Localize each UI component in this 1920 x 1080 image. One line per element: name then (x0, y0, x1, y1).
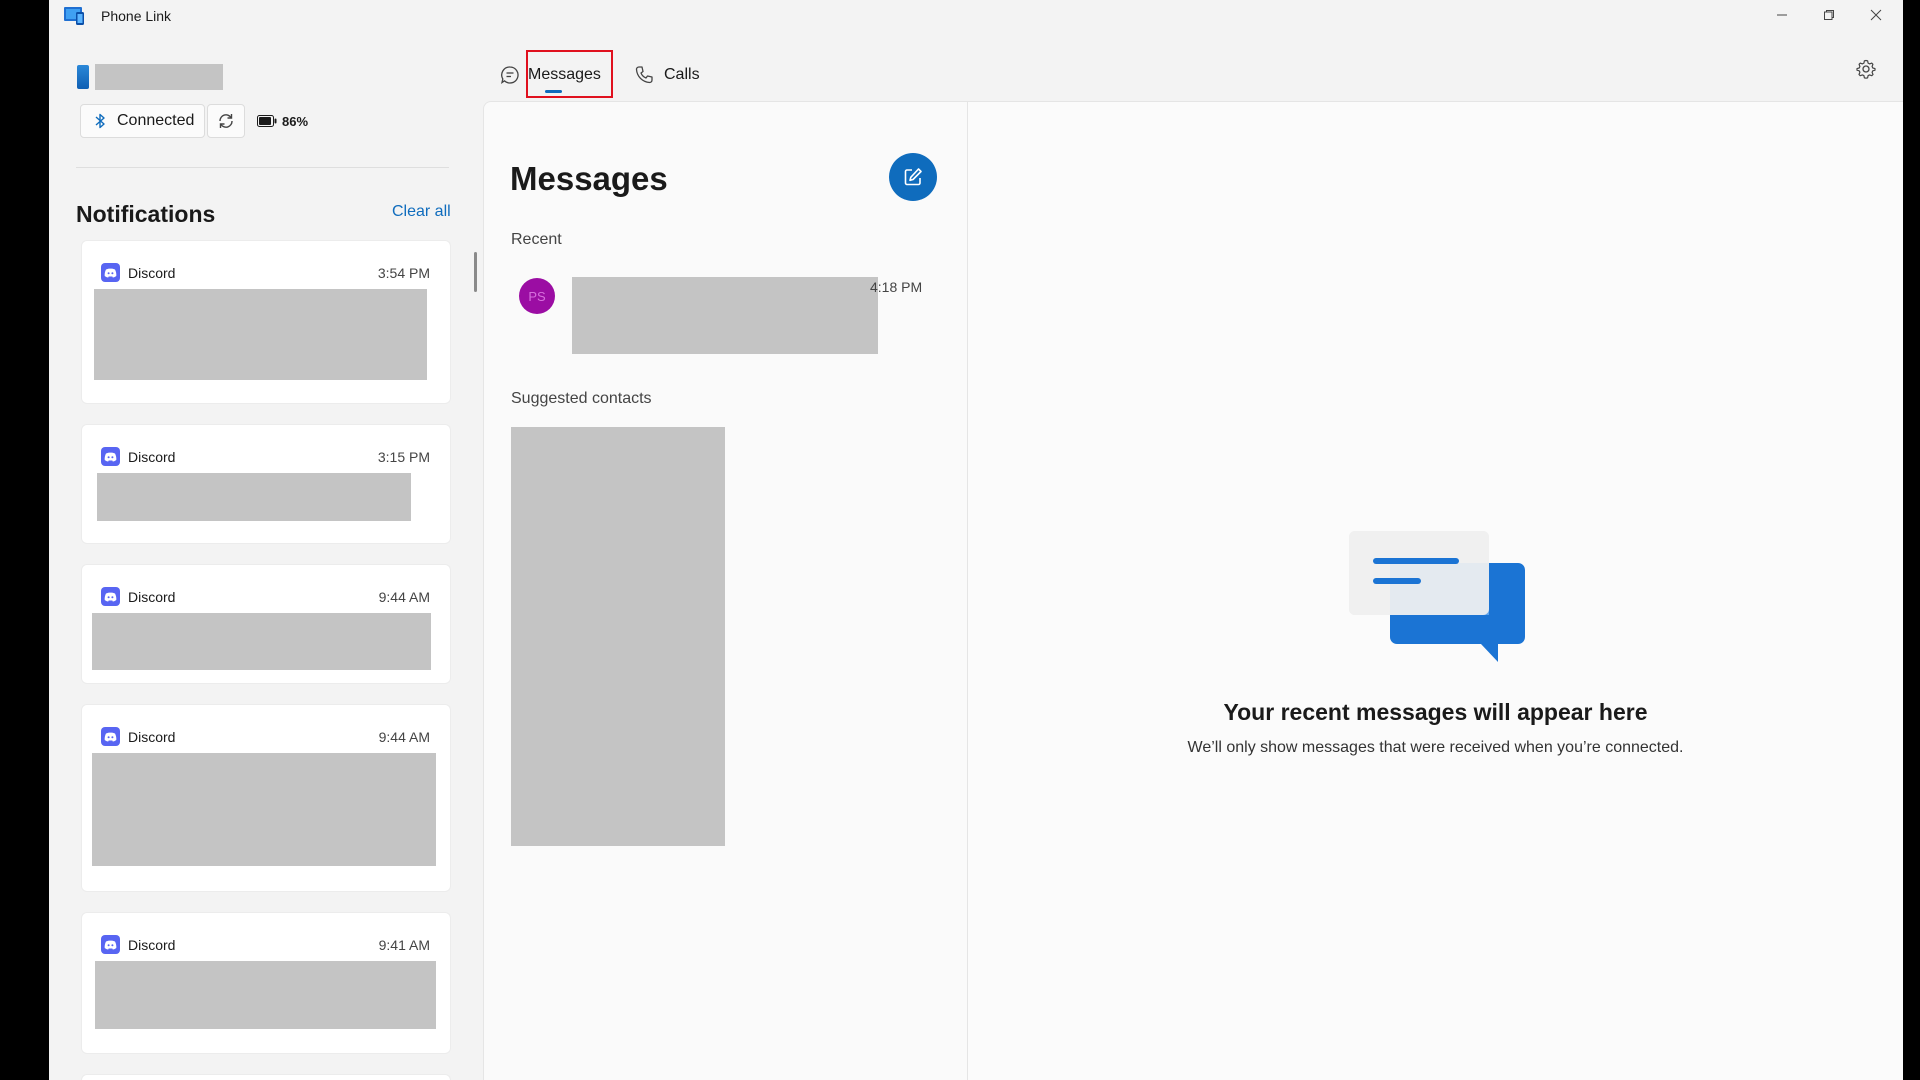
conversation-preview-redacted (572, 277, 878, 354)
notification-card[interactable]: Discord 3:15 PM (81, 424, 451, 544)
notification-time: 3:54 PM (377, 265, 430, 281)
close-button[interactable] (1853, 0, 1899, 30)
bluetooth-icon (95, 113, 105, 129)
close-icon (1870, 9, 1882, 21)
notification-time: 3:15 PM (377, 449, 430, 465)
screen-border-left (0, 0, 49, 1080)
discord-icon (101, 727, 120, 746)
minimize-button[interactable] (1759, 0, 1805, 30)
restore-icon (1824, 10, 1834, 20)
notification-app-name: Discord (128, 264, 176, 281)
minimize-icon (1777, 14, 1787, 16)
tab-messages[interactable]: Messages (500, 56, 601, 94)
notification-app: Discord (101, 587, 175, 606)
sync-icon (219, 114, 233, 128)
notification-content-redacted (92, 753, 436, 866)
screen-border-right (1903, 0, 1920, 1080)
message-bubbles-illustration (1349, 531, 1525, 662)
sidebar-divider (76, 167, 449, 168)
notification-card[interactable]: Discord 9:41 AM (81, 912, 451, 1054)
notification-app-name: Discord (128, 588, 176, 605)
compose-icon (904, 168, 922, 186)
empty-state-subtitle: We’ll only show messages that were recei… (1187, 739, 1684, 756)
conversation-pane: Your recent messages will appear here We… (967, 101, 1903, 1080)
battery-icon (257, 115, 277, 127)
notification-app-name: Discord (128, 728, 176, 745)
notification-app: Discord (101, 263, 175, 282)
device-name-redacted (95, 64, 223, 90)
discord-icon (101, 587, 120, 606)
notification-card[interactable] (81, 1074, 451, 1080)
notification-time: 9:44 AM (378, 589, 430, 605)
discord-icon (101, 263, 120, 282)
notification-time: 9:44 AM (378, 729, 430, 745)
conversation-time: 4:18 PM (870, 279, 923, 295)
notification-app: Discord (101, 935, 175, 954)
notification-content-redacted (92, 613, 431, 670)
title-bar: Phone Link (49, 0, 1903, 32)
tab-selected-indicator (545, 90, 562, 93)
notifications-scrollbar[interactable] (474, 252, 477, 292)
chat-bubble-icon (500, 66, 519, 84)
avatar: PS (519, 278, 555, 314)
battery-level: 86% (282, 114, 309, 129)
sync-button[interactable] (207, 104, 245, 138)
recent-section-label: Recent (511, 231, 562, 248)
new-message-button[interactable] (889, 153, 937, 201)
notification-content-redacted (94, 289, 427, 380)
notification-card[interactable]: Discord 9:44 AM (81, 564, 451, 684)
connection-status-button[interactable]: Connected (80, 104, 205, 138)
gear-icon[interactable] (1856, 59, 1876, 79)
messages-list-pane: Messages Recent PS 4:18 PM Suggested con… (483, 101, 967, 1080)
tab-calls[interactable]: Calls (634, 56, 700, 94)
tab-messages-label: Messages (528, 66, 601, 83)
notification-time: 9:41 AM (378, 937, 430, 953)
notifications-heading: Notifications (76, 201, 216, 227)
suggested-contacts-label: Suggested contacts (511, 390, 652, 407)
notification-content-redacted (95, 961, 436, 1029)
phone-link-app-icon (64, 7, 84, 25)
phone-call-icon (635, 66, 653, 84)
notification-content-redacted (97, 473, 411, 521)
phone-device-icon (77, 65, 89, 89)
discord-icon (101, 935, 120, 954)
connection-status-label: Connected (117, 112, 195, 129)
suggested-contacts-redacted (511, 427, 725, 846)
messages-heading: Messages (510, 160, 668, 197)
notification-app: Discord (101, 727, 175, 746)
window-title: Phone Link (101, 8, 172, 24)
notification-app-name: Discord (128, 936, 176, 953)
restore-button[interactable] (1806, 0, 1852, 30)
phone-link-window: Phone Link Connected 86% Messages Calls … (49, 0, 1903, 1080)
discord-icon (101, 447, 120, 466)
tab-calls-label: Calls (664, 66, 700, 83)
notification-app-name: Discord (128, 448, 176, 465)
notification-app: Discord (101, 447, 175, 466)
notification-card[interactable]: Discord 3:54 PM (81, 240, 451, 404)
empty-state-title: Your recent messages will appear here (1223, 699, 1648, 725)
clear-all-link[interactable]: Clear all (392, 203, 451, 221)
notification-card[interactable]: Discord 9:44 AM (81, 704, 451, 892)
